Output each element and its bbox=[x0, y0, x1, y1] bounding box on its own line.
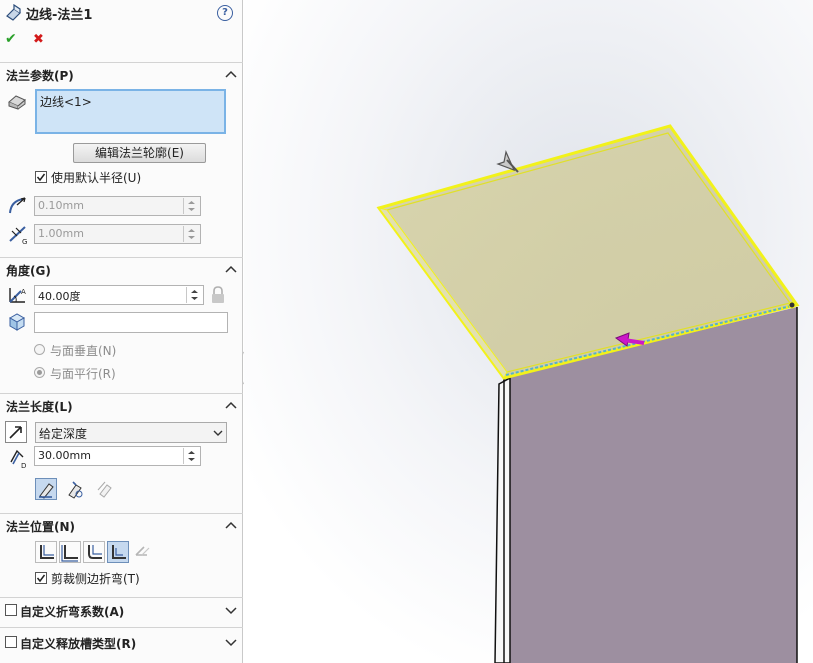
spin-arrows-icon[interactable] bbox=[184, 226, 199, 242]
cancel-button[interactable]: ✖ bbox=[33, 32, 44, 47]
parallel-to-face-label: 与面平行(R) bbox=[50, 367, 116, 381]
chevron-up-icon[interactable] bbox=[224, 262, 238, 276]
chevron-up-icon[interactable] bbox=[224, 398, 238, 412]
section-angle[interactable]: 角度(G) bbox=[0, 259, 243, 281]
section-custom-bend-allowance[interactable]: 自定义折弯系数(A) bbox=[0, 600, 243, 622]
section-flange-length-label: 法兰长度(L) bbox=[6, 400, 73, 414]
custom-bend-allowance-checkbox[interactable] bbox=[5, 604, 17, 616]
bend-outside-icon bbox=[88, 545, 102, 559]
chevron-up-icon[interactable] bbox=[224, 518, 238, 532]
edge-selection-icon bbox=[8, 95, 26, 110]
svg-text:G: G bbox=[22, 238, 27, 245]
material-inside-icon bbox=[40, 545, 54, 559]
custom-relief-type-label: 自定义释放槽类型(R) bbox=[20, 637, 137, 651]
edge-flange-icon bbox=[6, 4, 21, 21]
lock-icon[interactable] bbox=[210, 286, 226, 304]
spin-arrows-icon[interactable] bbox=[187, 287, 202, 303]
section-flange-length[interactable]: 法兰长度(L) bbox=[0, 395, 243, 417]
use-default-radius-checkbox[interactable] bbox=[35, 171, 47, 183]
reference-face-field[interactable] bbox=[34, 312, 228, 333]
ok-button[interactable]: ✔ bbox=[5, 31, 17, 47]
chevron-down-icon[interactable] bbox=[224, 603, 238, 617]
chevron-down-icon[interactable] bbox=[212, 427, 224, 439]
spin-arrows-icon[interactable] bbox=[184, 198, 199, 214]
virtual-sharp-position-icon bbox=[112, 545, 126, 559]
outer-virtual-sharp-button[interactable] bbox=[35, 478, 57, 500]
panel-title: 边线-法兰1 bbox=[26, 8, 93, 23]
tangent-bend-icon bbox=[97, 481, 112, 498]
material-inside-button[interactable] bbox=[35, 541, 57, 563]
material-outside-icon bbox=[61, 545, 78, 562]
edge-list[interactable]: 边线<1> bbox=[35, 89, 226, 134]
perpendicular-to-face-label: 与面垂直(N) bbox=[50, 344, 117, 358]
trim-side-bends-checkbox[interactable] bbox=[35, 572, 47, 584]
edit-flange-profile-button[interactable]: 编辑法兰轮廓(E) bbox=[73, 143, 206, 163]
edge-list-item[interactable]: 边线<1> bbox=[40, 93, 221, 110]
section-custom-relief-type[interactable]: 自定义释放槽类型(R) bbox=[0, 632, 243, 654]
model-preview[interactable] bbox=[244, 0, 813, 663]
tangent-to-bend-icon bbox=[135, 546, 150, 556]
chevron-up-icon[interactable] bbox=[224, 67, 238, 81]
reference-face-icon bbox=[8, 313, 26, 331]
section-angle-label: 角度(G) bbox=[6, 264, 51, 278]
section-flange-params[interactable]: 法兰参数(P) bbox=[0, 64, 243, 86]
flange-angle-input[interactable]: 40.00度 bbox=[34, 285, 204, 305]
section-flange-position[interactable]: 法兰位置(N) bbox=[0, 515, 243, 537]
property-manager: 边线-法兰1 ? ✔ ✖ 法兰参数(P) 边线<1> 编辑法兰轮廓(E) 使用默… bbox=[0, 0, 243, 663]
graphics-viewport[interactable] bbox=[244, 0, 813, 663]
tangent-to-bend-button[interactable] bbox=[132, 541, 154, 563]
trim-side-bends-label: 剪裁侧边折弯(T) bbox=[51, 572, 140, 586]
svg-text:A: A bbox=[21, 288, 26, 296]
inner-virtual-sharp-button[interactable] bbox=[64, 478, 86, 500]
use-default-radius-label: 使用默认半径(U) bbox=[51, 171, 142, 185]
gap-distance-input[interactable]: 1.00mm bbox=[34, 224, 201, 244]
outer-virtual-sharp-icon bbox=[39, 483, 54, 499]
gap-distance-icon: G bbox=[9, 226, 27, 245]
help-icon[interactable]: ? bbox=[217, 5, 233, 21]
bend-outside-button[interactable] bbox=[83, 541, 105, 563]
reverse-direction-button[interactable] bbox=[5, 421, 27, 443]
material-outside-button[interactable] bbox=[59, 541, 81, 563]
tangent-bend-button[interactable] bbox=[94, 478, 116, 500]
perpendicular-to-face-radio[interactable] bbox=[34, 344, 45, 355]
virtual-sharp-position-button[interactable] bbox=[107, 541, 129, 563]
inner-virtual-sharp-icon bbox=[68, 481, 83, 499]
chevron-down-icon[interactable] bbox=[224, 635, 238, 649]
parallel-to-face-radio[interactable] bbox=[34, 367, 45, 378]
section-flange-position-label: 法兰位置(N) bbox=[6, 520, 76, 534]
custom-bend-allowance-label: 自定义折弯系数(A) bbox=[20, 605, 125, 619]
end-condition-select[interactable]: 给定深度 bbox=[35, 422, 227, 443]
diagonal-arrow-icon bbox=[9, 426, 22, 439]
custom-relief-type-checkbox[interactable] bbox=[5, 636, 17, 648]
flange-angle-icon: A bbox=[9, 288, 26, 303]
bend-radius-input[interactable]: 0.10mm bbox=[34, 196, 201, 216]
bend-radius-icon bbox=[9, 197, 26, 214]
length-distance-icon: D bbox=[10, 449, 26, 470]
section-flange-params-label: 法兰参数(P) bbox=[6, 69, 74, 83]
spin-arrows-icon[interactable] bbox=[184, 448, 199, 464]
svg-text:D: D bbox=[21, 462, 26, 470]
flange-length-input[interactable]: 30.00mm bbox=[34, 446, 201, 466]
